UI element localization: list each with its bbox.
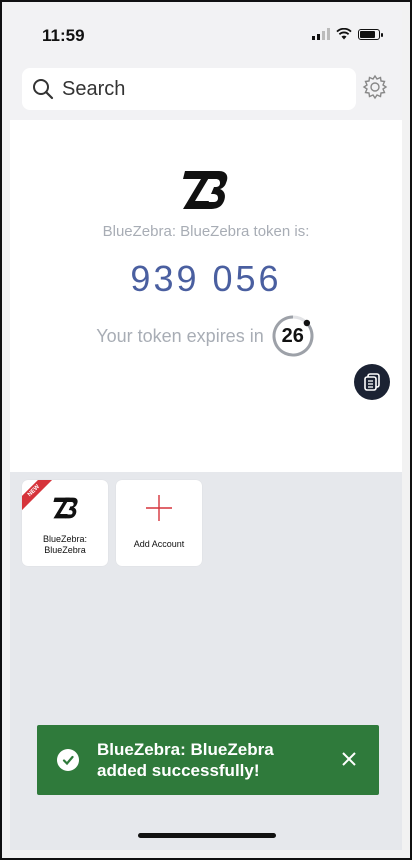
wifi-icon: [336, 28, 352, 40]
expiry-text: Your token expires in: [96, 325, 264, 346]
token-panel: BlueZebra: BlueZebra token is: 939 056 Y…: [10, 120, 402, 472]
search-icon: [33, 79, 54, 100]
search-input[interactable]: [60, 76, 324, 102]
battery-icon: [358, 28, 383, 40]
token-code[interactable]: 939 056: [10, 258, 402, 300]
check-circle-icon: [57, 749, 79, 771]
add-account-label: Add Account: [133, 539, 185, 549]
countdown-seconds: 26: [281, 324, 304, 347]
countdown-timer: 26: [270, 313, 316, 359]
home-indicator[interactable]: [138, 833, 276, 838]
copy-button[interactable]: [354, 364, 390, 400]
token-label: BlueZebra: BlueZebra token is:: [102, 223, 310, 240]
toast-line1: BlueZebra: BlueZebra: [97, 740, 274, 759]
account-name-line1: BlueZebra:: [42, 534, 88, 544]
copy-icon: [364, 373, 380, 391]
account-name-line2: BlueZebra: [44, 545, 86, 555]
account-tile[interactable]: NEW BlueZebra: BlueZebra: [22, 480, 108, 566]
toast-line2: added successfully!: [97, 761, 260, 780]
status-icons: [312, 28, 383, 40]
status-time: 11:59: [42, 26, 85, 45]
success-toast: BlueZebra: BlueZebra added successfully!: [37, 725, 379, 795]
close-icon[interactable]: [337, 747, 361, 771]
bluezebra-logo: [53, 497, 78, 519]
expiry-row: Your token expires in 26: [10, 313, 402, 359]
search-bar: [10, 62, 402, 120]
add-account-button[interactable]: Add Account: [116, 480, 202, 566]
phone-frame: 11:59 Search BlueZebra: BlueZebra token …: [0, 0, 412, 860]
plus-icon: [146, 495, 172, 521]
app-screen: 11:59 Search BlueZebra: BlueZebra token …: [10, 10, 402, 850]
signal-icon: [312, 28, 330, 40]
gear-icon[interactable]: [362, 74, 388, 100]
bluezebra-logo: [183, 171, 228, 209]
status-bar: 11:59: [10, 10, 402, 62]
toast-message: BlueZebra: BlueZebra added successfully!: [97, 739, 317, 781]
search-box[interactable]: [22, 68, 356, 110]
